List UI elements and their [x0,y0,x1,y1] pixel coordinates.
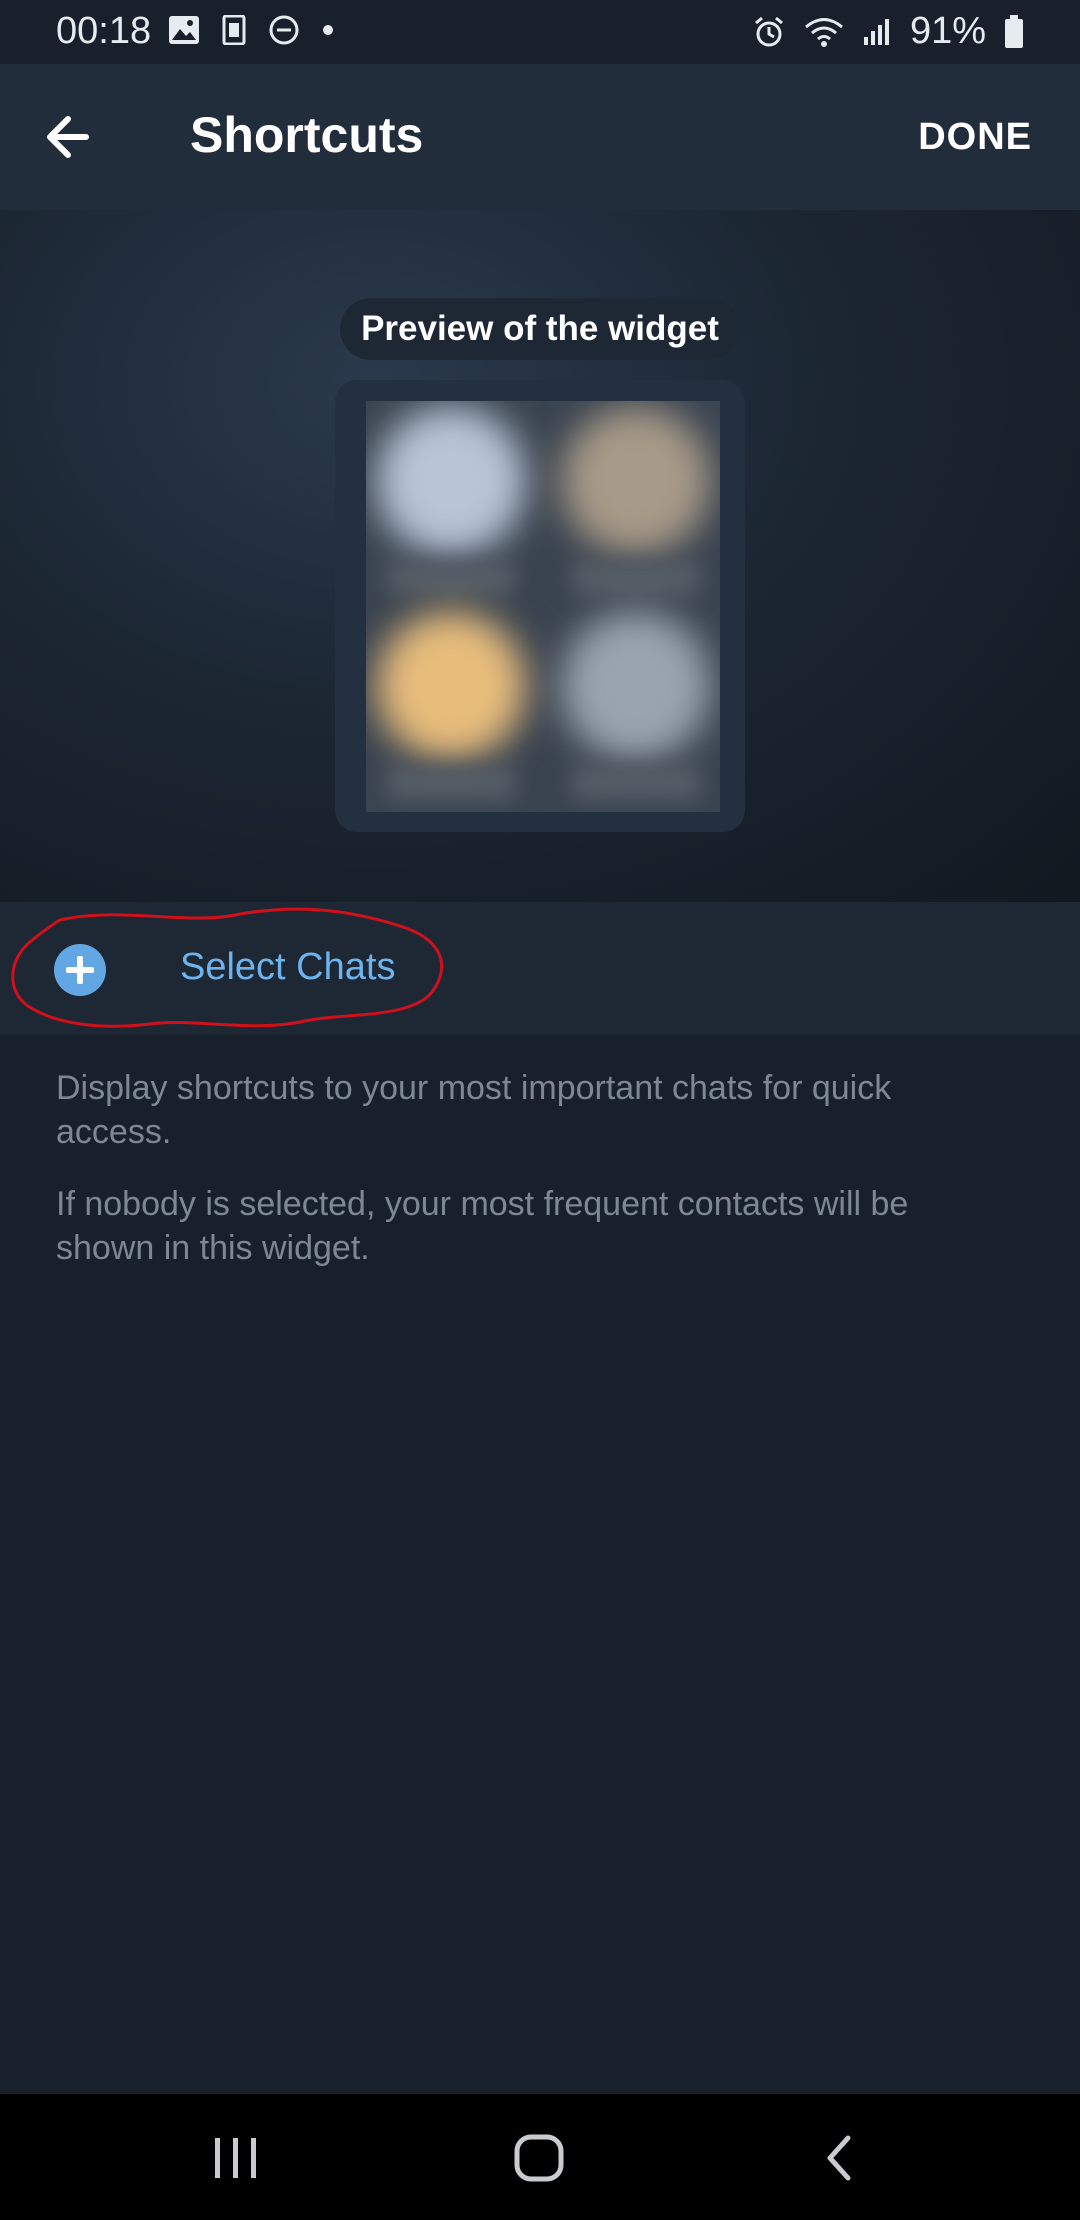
widget-preview-card [335,380,745,832]
blurred-name [571,561,701,595]
blurred-name [386,766,516,800]
battery-icon [1004,14,1024,49]
widget-preview-area: Preview of the widget [0,210,1080,902]
preview-label: Preview of the widget [340,298,740,360]
arrow-left-icon [47,116,89,158]
select-chats-button[interactable]: Select Chats [0,902,1080,1034]
status-right-icons: 91% [752,10,1024,53]
blurred-name [386,561,516,595]
back-icon [827,2135,851,2181]
navigation-bar [0,2094,1080,2220]
dnd-icon [268,14,300,46]
battery-percent: 91% [909,10,986,52]
alarm-icon [752,15,786,49]
done-button[interactable]: DONE [918,116,1032,159]
home-button[interactable] [508,2132,570,2184]
status-left-icons [168,14,334,46]
nav-back-button[interactable] [810,2132,870,2184]
blurred-avatar [561,611,711,761]
status-bar: 00:18 91% [0,0,1080,64]
app-bar: Shortcuts DONE [0,64,1080,210]
recents-icon [215,2138,256,2178]
recents-button[interactable] [205,2132,265,2184]
home-icon [514,2134,564,2182]
blurred-avatar [561,406,711,556]
back-button[interactable] [36,106,108,168]
blurred-avatar [376,406,526,556]
image-icon [168,15,200,45]
blurred-name [571,766,701,800]
blurred-avatar [376,611,526,761]
info-text-secondary: If nobody is selected, your most frequen… [56,1185,909,1267]
wifi-icon [804,16,844,48]
dot-icon [322,24,334,36]
plus-circle-icon [54,944,106,996]
status-time: 00:18 [56,10,152,52]
info-text-primary: Display shortcuts to your most important… [56,1069,892,1151]
sim-icon [222,15,246,45]
signal-icon [862,17,892,47]
page-title: Shortcuts [190,107,424,163]
select-chats-label: Select Chats [180,946,396,988]
widget-preview-grid [366,401,720,812]
